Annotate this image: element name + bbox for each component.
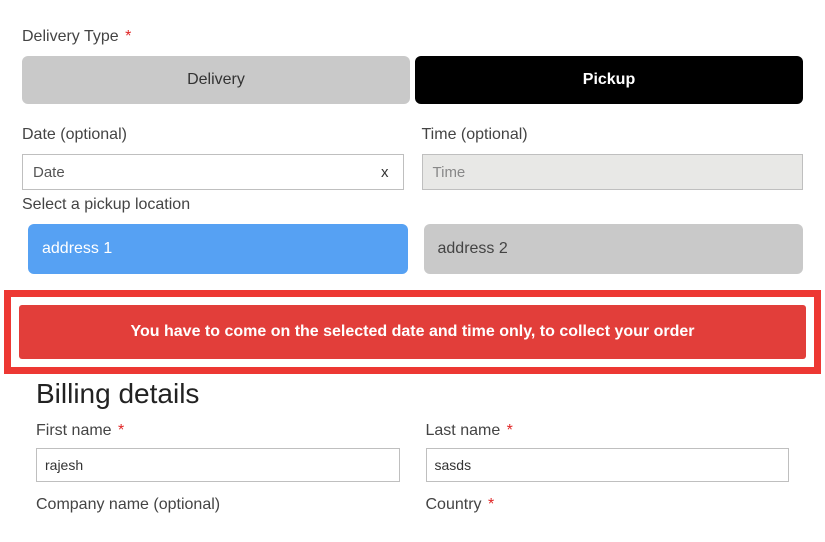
tab-delivery[interactable]: Delivery (22, 56, 410, 104)
date-input[interactable]: Date x (22, 154, 404, 190)
location-address-1[interactable]: address 1 (28, 224, 408, 274)
first-name-label-text: First name (36, 422, 112, 439)
last-name-field[interactable] (426, 448, 790, 482)
required-asterisk: * (488, 496, 494, 513)
notice-text: You have to come on the selected date an… (19, 305, 806, 359)
tab-pickup-label: Pickup (583, 71, 635, 89)
billing-heading: Billing details (36, 378, 803, 410)
tab-delivery-label: Delivery (187, 71, 245, 89)
location-address-2-label: address 2 (438, 240, 508, 258)
date-clear-icon[interactable]: x (377, 164, 393, 181)
notice-banner: You have to come on the selected date an… (4, 290, 821, 374)
last-name-label-text: Last name (426, 422, 501, 439)
required-asterisk: * (118, 422, 124, 439)
date-value: Date (33, 164, 65, 181)
country-label: Country * (426, 496, 790, 514)
tab-pickup[interactable]: Pickup (415, 56, 803, 104)
location-address-1-label: address 1 (42, 240, 112, 258)
delivery-type-text: Delivery Type (22, 28, 119, 45)
pickup-location-label: Select a pickup location (22, 196, 803, 214)
first-name-label: First name * (36, 422, 400, 440)
time-label: Time (optional) (422, 126, 804, 144)
last-name-label: Last name * (426, 422, 790, 440)
pickup-location-options: address 1 address 2 (22, 224, 803, 274)
country-label-text: Country (426, 496, 482, 513)
time-value: Time (433, 164, 466, 181)
company-name-label: Company name (optional) (36, 496, 400, 514)
first-name-field[interactable] (36, 448, 400, 482)
required-asterisk: * (125, 28, 131, 45)
delivery-type-label: Delivery Type * (22, 28, 803, 46)
required-asterisk: * (507, 422, 513, 439)
time-input[interactable]: Time (422, 154, 804, 190)
location-address-2[interactable]: address 2 (424, 224, 804, 274)
delivery-type-toggle: Delivery Pickup (22, 56, 803, 104)
date-label: Date (optional) (22, 126, 404, 144)
